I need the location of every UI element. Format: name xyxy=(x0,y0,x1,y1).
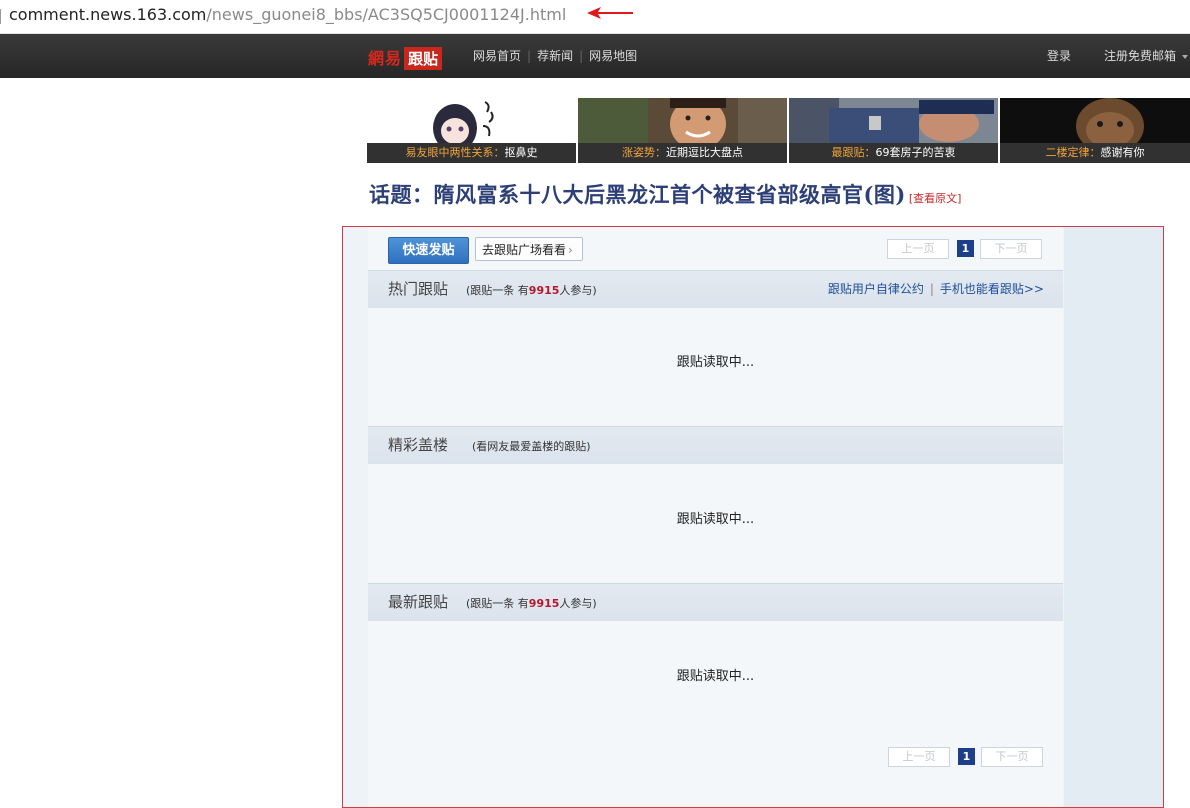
building-comments-loading: 跟贴读取中... xyxy=(676,512,755,527)
address-bar[interactable]: comment.news.163.com/news_guonei8_bbs/AC… xyxy=(0,0,1190,34)
topic-header: 话题：隋风富系十八大后黑龙江首个被查省部级高官(图) [查看原文] xyxy=(369,179,961,209)
netease-gentie-logo[interactable]: 網易 跟贴 xyxy=(368,45,443,70)
next-page-button[interactable]: 下一页 xyxy=(980,239,1042,259)
promo-caption-2: 涨姿势：近期逗比大盘点 xyxy=(578,143,787,163)
comments-column: 快速发贴 去跟贴广场看看 › 上一页 1 下一页 热门跟贴 (跟贴一条 有9915… xyxy=(368,227,1063,807)
url-host: comment.news.163.com xyxy=(9,5,207,24)
promo-text: 近期逗比大盘点 xyxy=(666,146,743,159)
address-bar-edge xyxy=(0,9,4,24)
promo-text: 感谢有你 xyxy=(1100,146,1145,159)
register-email-link[interactable]: 注册免费邮箱 xyxy=(1104,47,1189,64)
logo-gentie-text: 跟贴 xyxy=(404,47,443,70)
top-navigation-bar: 網易 跟贴 网易首页 | 荐新闻 | 网易地图 登录 注册免费邮箱 xyxy=(0,34,1190,78)
hot-comments-title: 热门跟贴 xyxy=(388,280,449,298)
building-comments-subtitle: (看网友最爱盖楼的跟贴) xyxy=(472,440,591,453)
count-suffix: 人参与) xyxy=(559,284,597,297)
promo-kicker: 二楼定律： xyxy=(1045,146,1101,159)
logo-netease-text: 網易 xyxy=(368,49,403,68)
participant-count: 9915 xyxy=(528,597,560,610)
view-original-link[interactable]: [查看原文] xyxy=(909,192,962,205)
nav-divider: | xyxy=(527,49,532,63)
latest-comments-header: 最新跟贴 (跟贴一条 有9915人参与) xyxy=(368,583,1063,621)
prev-page-button[interactable]: 上一页 xyxy=(887,239,949,259)
url-text[interactable]: comment.news.163.com/news_guonei8_bbs/AC… xyxy=(9,5,566,25)
current-page-button[interactable]: 1 xyxy=(957,240,974,257)
count-prefix: (跟贴一条 有 xyxy=(466,597,529,610)
red-arrow-annotation-icon xyxy=(587,7,633,19)
promo-kicker: 涨姿势： xyxy=(622,146,666,159)
nav-link-home[interactable]: 网易首页 xyxy=(473,49,521,63)
current-page-button-bottom[interactable]: 1 xyxy=(958,748,975,765)
chevron-down-icon xyxy=(1182,54,1189,59)
comments-toolbar: 快速发贴 去跟贴广场看看 › 上一页 1 下一页 xyxy=(368,227,1063,267)
chevron-right-icon: › xyxy=(568,243,573,257)
comments-frame: 快速发贴 去跟贴广场看看 › 上一页 1 下一页 热门跟贴 (跟贴一条 有9915… xyxy=(342,226,1164,808)
user-code-link[interactable]: 跟贴用户自律公约 xyxy=(828,282,924,296)
count-prefix: (跟贴一条 有 xyxy=(466,284,529,297)
nav-divider: | xyxy=(579,49,584,63)
go-to-square-button[interactable]: 去跟贴广场看看 › xyxy=(475,237,583,261)
nav-link-sitemap[interactable]: 网易地图 xyxy=(589,49,637,63)
prev-page-button-bottom[interactable]: 上一页 xyxy=(888,747,950,767)
promo-card-3[interactable]: 最跟贴：69套房子的苦衷 xyxy=(789,98,998,163)
police-officers-thumbnail xyxy=(789,98,998,143)
link-divider: | xyxy=(929,282,934,296)
smiling-man-thumbnail xyxy=(578,98,787,143)
promo-text: 抠鼻史 xyxy=(504,146,538,159)
next-page-button-bottom[interactable]: 下一页 xyxy=(981,747,1043,767)
login-link[interactable]: 登录 xyxy=(1047,47,1071,64)
count-suffix: 人参与) xyxy=(559,597,597,610)
right-sidebar xyxy=(1064,227,1163,807)
promo-kicker: 最跟贴： xyxy=(831,146,876,159)
building-comments-header: 精彩盖楼 (看网友最爱盖楼的跟贴) xyxy=(368,426,1063,464)
hot-comments-header: 热门跟贴 (跟贴一条 有9915人参与) 跟贴用户自律公约 | 手机也能看跟贴>> xyxy=(368,270,1063,308)
hot-comments-loading: 跟贴读取中... xyxy=(676,355,755,370)
anime-girl-thumbnail xyxy=(367,98,576,143)
fast-post-button[interactable]: 快速发贴 xyxy=(388,237,469,264)
go-to-square-label: 去跟贴广场看看 xyxy=(482,243,567,257)
promo-kicker: 易友眼中两性关系： xyxy=(405,146,505,159)
promo-caption-3: 最跟贴：69套房子的苦衷 xyxy=(789,143,998,163)
promo-text: 69套房子的苦衷 xyxy=(875,146,956,159)
promo-strip: 易友眼中两性关系：抠鼻史 涨姿势：近期逗比大盘点 最跟贴：69套房子的苦衷 二楼… xyxy=(367,98,1190,163)
child-face-thumbnail xyxy=(1000,98,1190,143)
hot-comments-links: 跟贴用户自律公约 | 手机也能看跟贴>> xyxy=(828,271,1044,308)
nav-links: 网易首页 | 荐新闻 | 网易地图 xyxy=(473,47,637,64)
hot-comments-count: (跟贴一条 有9915人参与) xyxy=(466,272,597,309)
promo-card-4[interactable]: 二楼定律：感谢有你 xyxy=(1000,98,1190,163)
latest-comments-count: (跟贴一条 有9915人参与) xyxy=(466,585,597,622)
promo-caption-1: 易友眼中两性关系：抠鼻史 xyxy=(367,143,576,163)
promo-caption-4: 二楼定律：感谢有你 xyxy=(1000,143,1190,163)
promo-card-2[interactable]: 涨姿势：近期逗比大盘点 xyxy=(578,98,787,163)
latest-comments-loading: 跟贴读取中... xyxy=(676,669,755,684)
register-email-label: 注册免费邮箱 xyxy=(1104,49,1177,63)
building-comments-title: 精彩盖楼 xyxy=(388,436,449,454)
url-path: /news_guonei8_bbs/AC3SQ5CJ0001124J.html xyxy=(206,5,567,24)
topic-title: 话题：隋风富系十八大后黑龙江首个被查省部级高官(图) xyxy=(369,182,906,207)
promo-card-1[interactable]: 易友眼中两性关系：抠鼻史 xyxy=(367,98,576,163)
participant-count: 9915 xyxy=(528,284,560,297)
latest-comments-title: 最新跟贴 xyxy=(388,593,449,611)
nav-link-recommended-news[interactable]: 荐新闻 xyxy=(537,49,573,63)
mobile-comments-link[interactable]: 手机也能看跟贴>> xyxy=(940,282,1044,296)
